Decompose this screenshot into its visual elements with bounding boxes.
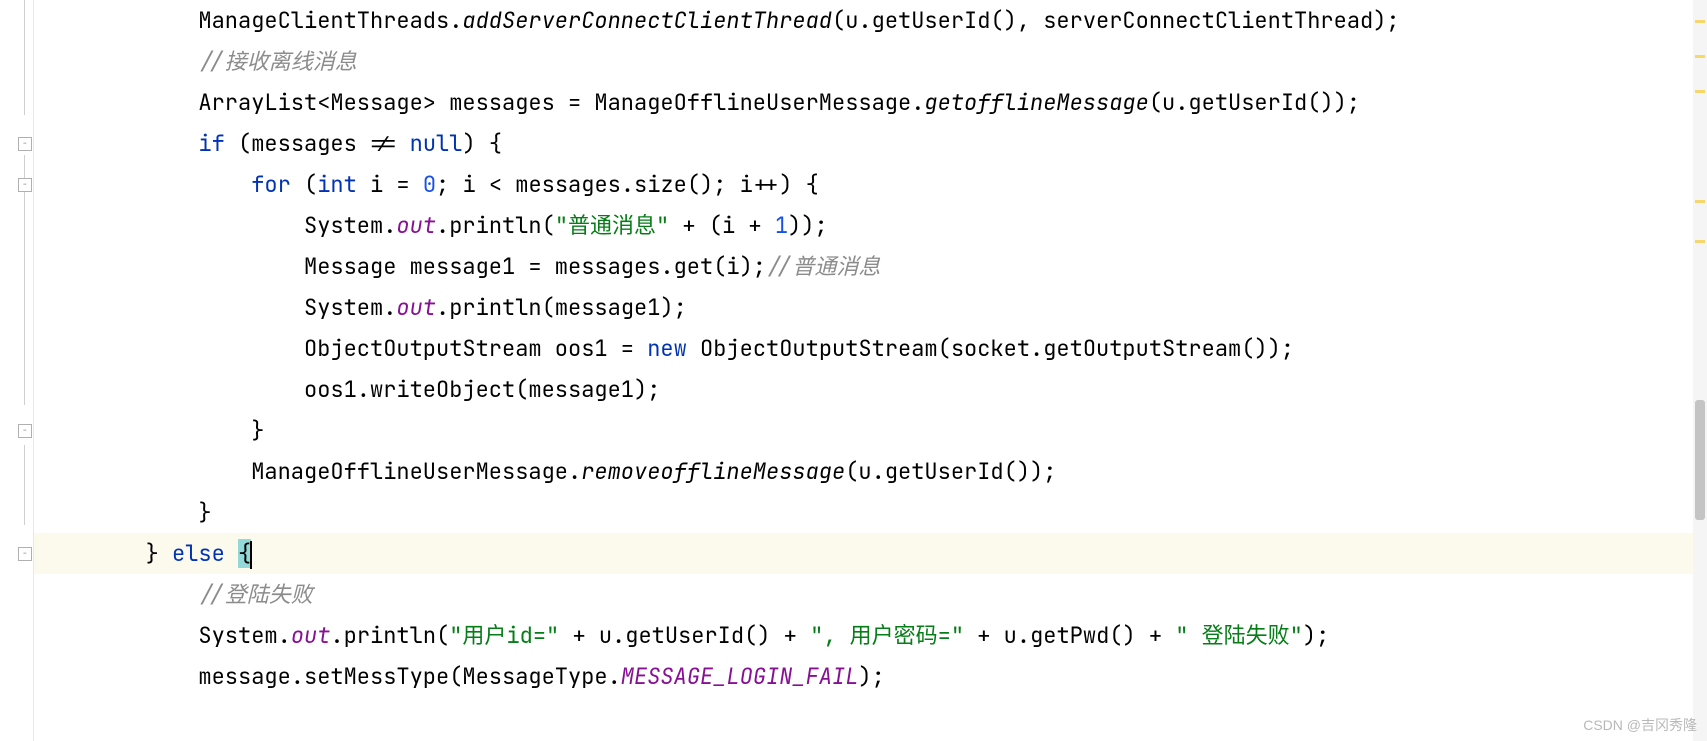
fold-icon[interactable]: [18, 547, 32, 561]
code-line[interactable]: for (int i = 0; i < messages.size(); i++…: [34, 164, 1707, 205]
fold-icon[interactable]: [18, 424, 32, 438]
code-line[interactable]: Message message1 = messages.get(i);//普通消…: [34, 246, 1707, 287]
code-line[interactable]: System.out.println(message1);: [34, 287, 1707, 328]
code-line-current[interactable]: } else {: [34, 533, 1707, 574]
code-editor[interactable]: ManageClientThreads.addServerConnectClie…: [34, 0, 1707, 741]
vertical-scrollbar[interactable]: [1693, 0, 1707, 741]
watermark: CSDN @吉冈秀隆: [1583, 715, 1697, 735]
text-caret: [250, 541, 252, 569]
code-line[interactable]: ManageOfflineUserMessage.removeofflineMe…: [34, 451, 1707, 492]
code-line[interactable]: if (messages != null) {: [34, 123, 1707, 164]
fold-icon[interactable]: [18, 178, 32, 192]
code-line[interactable]: //接收离线消息: [34, 41, 1707, 82]
code-line[interactable]: //登陆失败: [34, 574, 1707, 615]
code-line[interactable]: oos1.writeObject(message1);: [34, 369, 1707, 410]
editor-gutter: [0, 0, 34, 741]
code-line[interactable]: ManageClientThreads.addServerConnectClie…: [34, 0, 1707, 41]
scroll-thumb[interactable]: [1695, 400, 1705, 520]
code-line[interactable]: }: [34, 492, 1707, 533]
code-line[interactable]: System.out.println("用户id=" + u.getUserId…: [34, 615, 1707, 656]
code-line[interactable]: }: [34, 410, 1707, 451]
code-line[interactable]: System.out.println("普通消息" + (i + 1));: [34, 205, 1707, 246]
code-line[interactable]: ArrayList<Message> messages = ManageOffl…: [34, 82, 1707, 123]
fold-icon[interactable]: [18, 137, 32, 151]
code-line[interactable]: ObjectOutputStream oos1 = new ObjectOutp…: [34, 328, 1707, 369]
code-line[interactable]: message.setMessType(MessageType.MESSAGE_…: [34, 656, 1707, 697]
